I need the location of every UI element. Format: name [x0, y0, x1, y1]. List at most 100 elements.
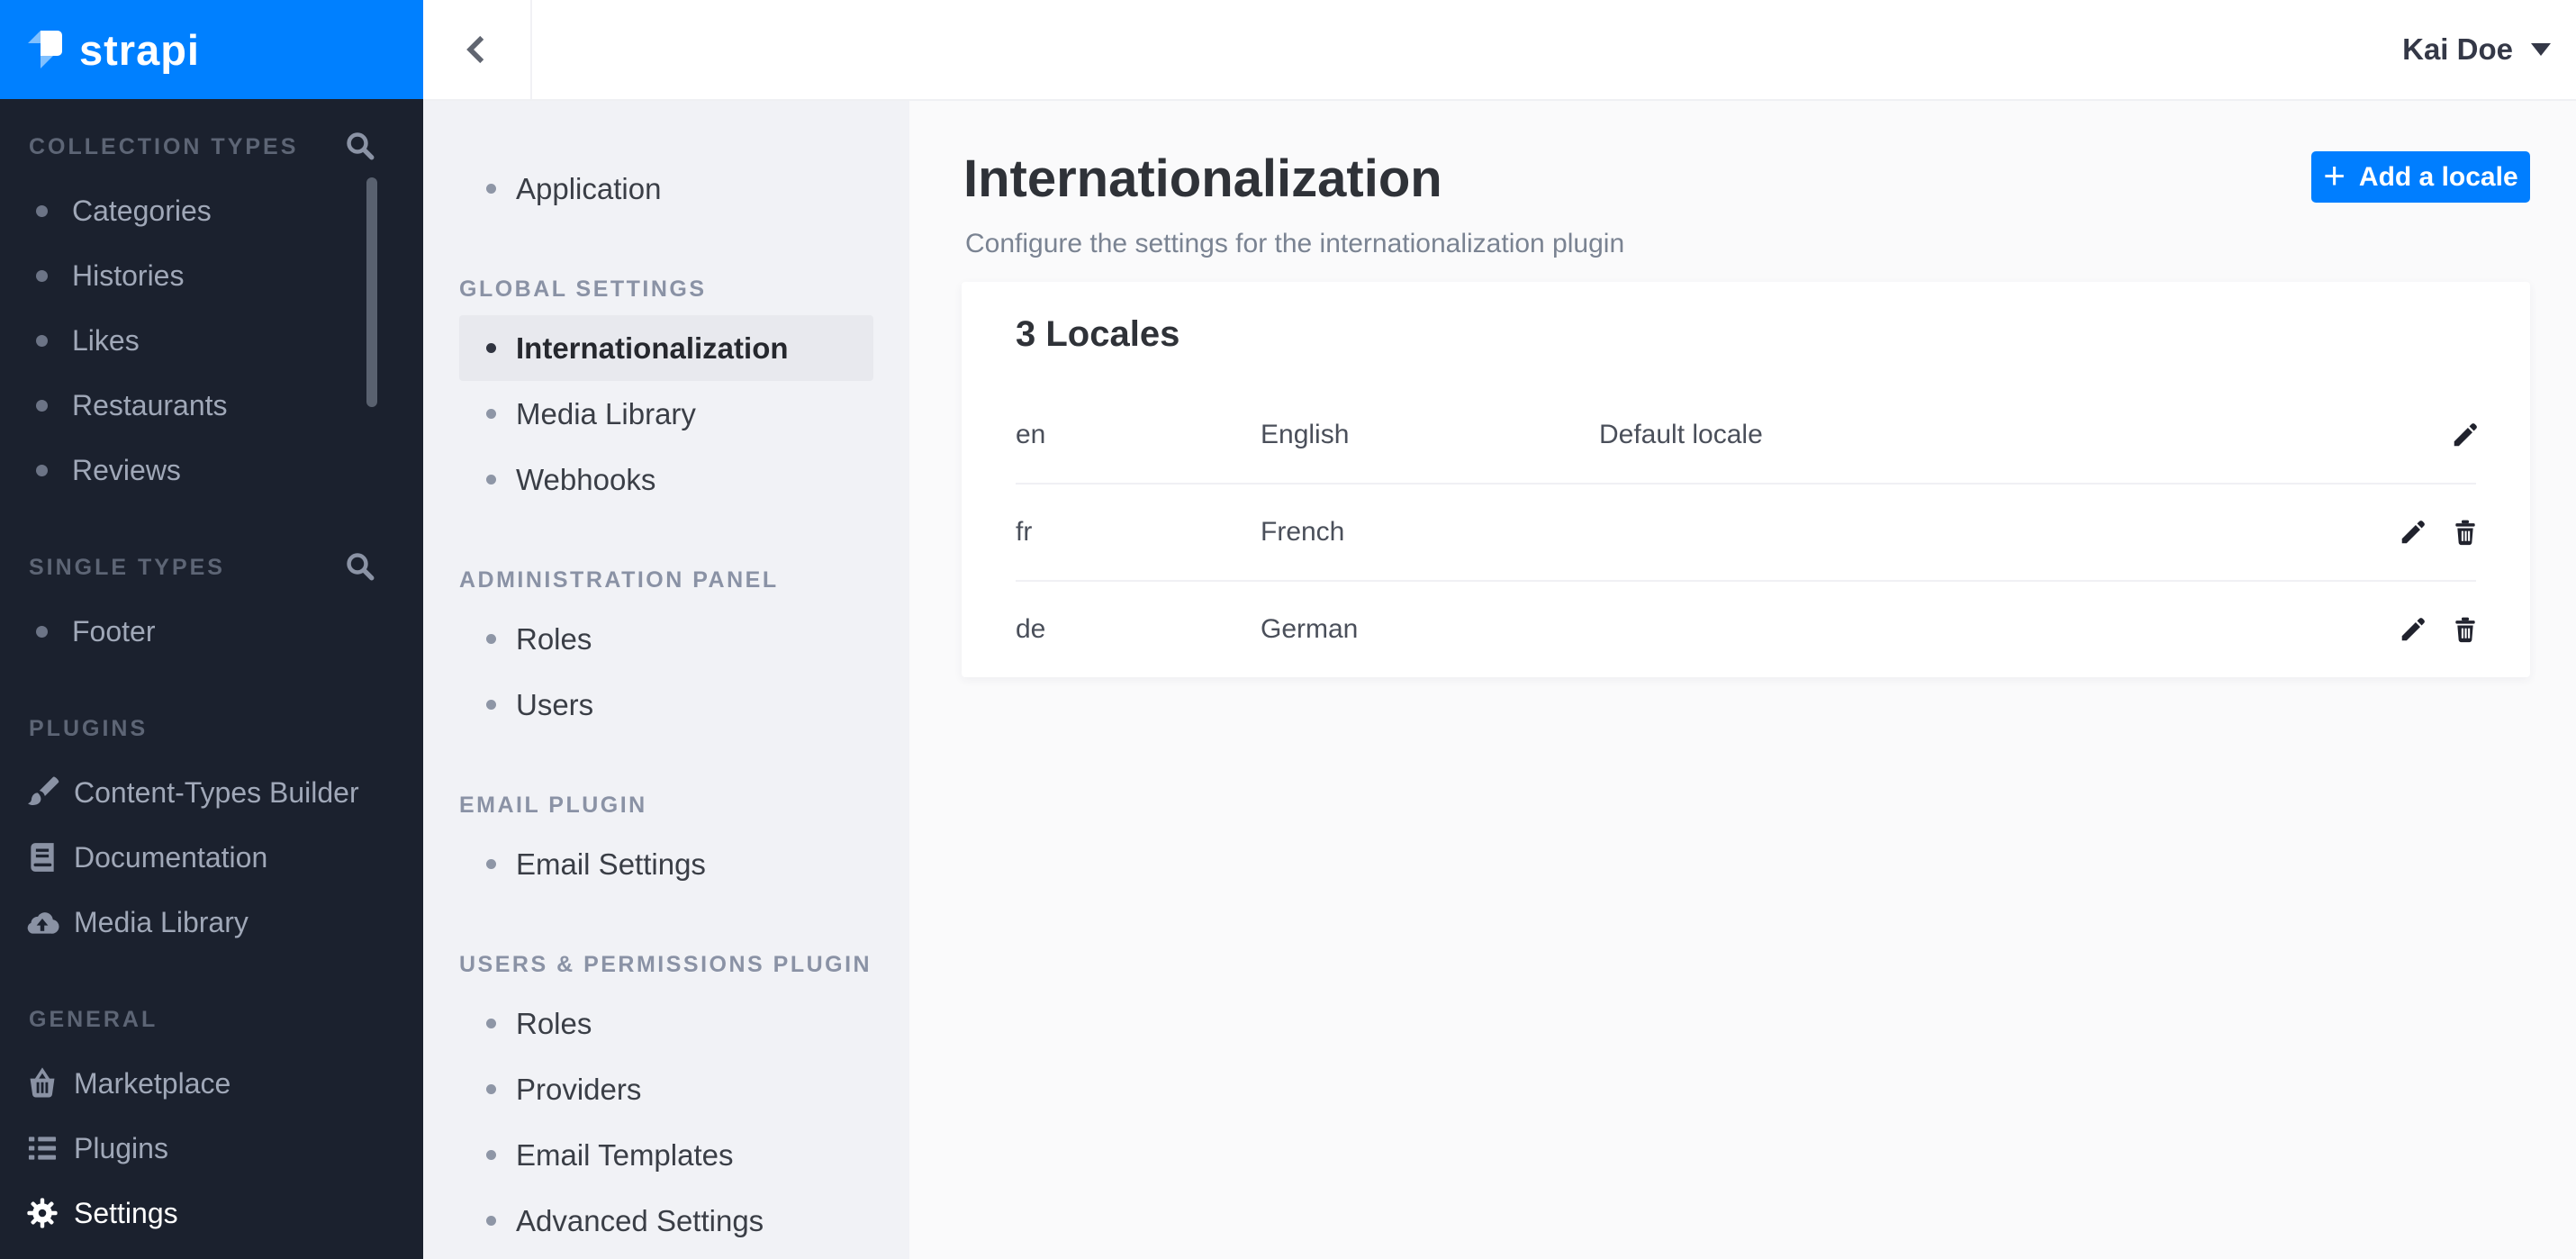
edit-icon[interactable]	[2399, 615, 2427, 644]
settings-nav-label: Media Library	[516, 396, 696, 430]
add-locale-button-label: Add a locale	[2358, 161, 2518, 192]
sidebar-item-plugins[interactable]: Plugins	[0, 1116, 423, 1181]
delete-icon[interactable]	[2451, 615, 2480, 644]
bullet-icon	[486, 634, 496, 644]
bullet-icon	[486, 1019, 496, 1028]
sidebar-item-reviews[interactable]: Reviews	[0, 438, 423, 503]
list-icon	[25, 1131, 59, 1165]
brush-icon	[25, 775, 59, 810]
settings-group-global-settings: GLOBAL SETTINGS Internationalization Med…	[423, 276, 909, 512]
sidebar-item-label: Marketplace	[74, 1066, 231, 1100]
topbar: Kai Doe	[423, 0, 2576, 101]
section-general: GENERAL Marketplace Plugins Settings	[0, 1006, 423, 1245]
section-header-plugins: PLUGINS	[29, 715, 149, 741]
bullet-icon	[36, 464, 48, 476]
locale-status: Default locale	[1599, 420, 1763, 449]
caret-down-icon	[2531, 43, 2551, 56]
edit-icon[interactable]	[2451, 421, 2480, 449]
settings-nav-admin-roles[interactable]: Roles	[423, 606, 909, 672]
settings-nav-admin-users[interactable]: Users	[423, 672, 909, 738]
strapi-logo[interactable]: strapi	[0, 0, 423, 99]
page-title: Internationalization	[963, 149, 1442, 208]
sidebar-item-documentation[interactable]: Documentation	[0, 825, 423, 890]
locale-name: German	[1261, 614, 1359, 644]
sidebar-item-label: Likes	[72, 323, 140, 357]
sidebar-item-label: Reviews	[72, 453, 181, 486]
settings-group-header: ADMINISTRATION PANEL	[459, 566, 779, 593]
locale-code: en	[1016, 420, 1046, 449]
locale-name: French	[1261, 517, 1345, 547]
main-content: Internationalization Configure the setti…	[909, 101, 2576, 1259]
edit-icon[interactable]	[2399, 518, 2427, 547]
sidebar-item-label: Media Library	[74, 905, 249, 938]
sidebar-item-label: Categories	[72, 194, 212, 227]
locale-code: de	[1016, 614, 1046, 644]
sidebar-item-footer[interactable]: Footer	[0, 599, 423, 664]
main-sidebar: strapi COLLECTION TYPES Categories Histo…	[0, 0, 423, 1259]
bullet-icon	[486, 409, 496, 419]
settings-nav-media-library[interactable]: Media Library	[423, 381, 909, 447]
bullet-icon	[486, 700, 496, 710]
settings-nav-label: Roles	[516, 621, 592, 656]
locale-name: English	[1261, 420, 1350, 449]
settings-group-administration-panel: ADMINISTRATION PANEL Roles Users	[423, 566, 909, 738]
add-locale-button[interactable]: + Add a locale	[2311, 151, 2530, 203]
basket-icon	[25, 1066, 59, 1100]
section-single-types: SINGLE TYPES Footer	[0, 553, 423, 664]
strapi-logo-icon	[27, 27, 65, 72]
locale-row-de[interactable]: de German	[962, 582, 2530, 677]
sidebar-item-media-library[interactable]: Media Library	[0, 890, 423, 955]
settings-nav-up-roles[interactable]: Roles	[423, 991, 909, 1056]
settings-nav-internationalization[interactable]: Internationalization	[459, 315, 873, 381]
settings-nav-label: Email Settings	[516, 847, 706, 881]
settings-nav-webhooks[interactable]: Webhooks	[423, 447, 909, 512]
sidebar-item-label: Footer	[72, 614, 156, 648]
settings-group-header: EMAIL PLUGIN	[459, 792, 647, 818]
settings-nav-email-templates[interactable]: Email Templates	[423, 1122, 909, 1188]
locale-row-fr[interactable]: fr French	[962, 485, 2530, 580]
back-button[interactable]	[423, 0, 532, 99]
plus-icon: +	[2323, 153, 2346, 196]
settings-nav-advanced-settings[interactable]: Advanced Settings	[423, 1188, 909, 1254]
locale-row-en[interactable]: en English Default locale	[962, 387, 2530, 483]
settings-nav-application[interactable]: Application	[423, 156, 909, 222]
user-name: Kai Doe	[2402, 32, 2513, 66]
bullet-icon	[486, 1150, 496, 1160]
settings-nav-label: Providers	[516, 1072, 642, 1106]
locale-code: fr	[1016, 517, 1033, 547]
settings-nav-providers[interactable]: Providers	[423, 1056, 909, 1122]
settings-group-header: USERS & PERMISSIONS PLUGIN	[459, 951, 872, 977]
bullet-icon	[36, 334, 48, 347]
sidebar-item-categories[interactable]: Categories	[0, 178, 423, 243]
bullet-icon	[486, 343, 496, 353]
user-menu[interactable]: Kai Doe	[2402, 0, 2551, 99]
bullet-icon	[36, 269, 48, 282]
locales-card-title: 3 Locales	[1016, 314, 1180, 354]
settings-group-header: GLOBAL SETTINGS	[459, 276, 707, 302]
book-icon	[25, 840, 59, 874]
search-icon[interactable]	[344, 130, 376, 162]
settings-nav-label: Application	[516, 171, 662, 205]
strapi-logo-text: strapi	[79, 25, 200, 74]
section-header-general: GENERAL	[29, 1006, 158, 1032]
bullet-icon	[36, 204, 48, 217]
settings-nav-label: Webhooks	[516, 462, 656, 496]
cloud-upload-icon	[25, 905, 59, 939]
sidebar-item-marketplace[interactable]: Marketplace	[0, 1051, 423, 1116]
sidebar-item-likes[interactable]: Likes	[0, 308, 423, 373]
sidebar-item-label: Content-Types Builder	[74, 775, 359, 809]
settings-subnav: Application GLOBAL SETTINGS Internationa…	[423, 101, 909, 1259]
sidebar-item-histories[interactable]: Histories	[0, 243, 423, 308]
settings-nav-email-settings[interactable]: Email Settings	[423, 831, 909, 897]
search-icon[interactable]	[344, 550, 376, 583]
bullet-icon	[36, 625, 48, 638]
sidebar-scrollbar[interactable]	[366, 177, 377, 407]
sidebar-item-label: Plugins	[74, 1131, 168, 1164]
bullet-icon	[486, 1216, 496, 1226]
sidebar-item-settings[interactable]: Settings	[0, 1181, 423, 1245]
bullet-icon	[486, 1084, 496, 1094]
sidebar-item-restaurants[interactable]: Restaurants	[0, 373, 423, 438]
bullet-icon	[486, 475, 496, 485]
delete-icon[interactable]	[2451, 518, 2480, 547]
sidebar-item-content-types-builder[interactable]: Content-Types Builder	[0, 760, 423, 825]
